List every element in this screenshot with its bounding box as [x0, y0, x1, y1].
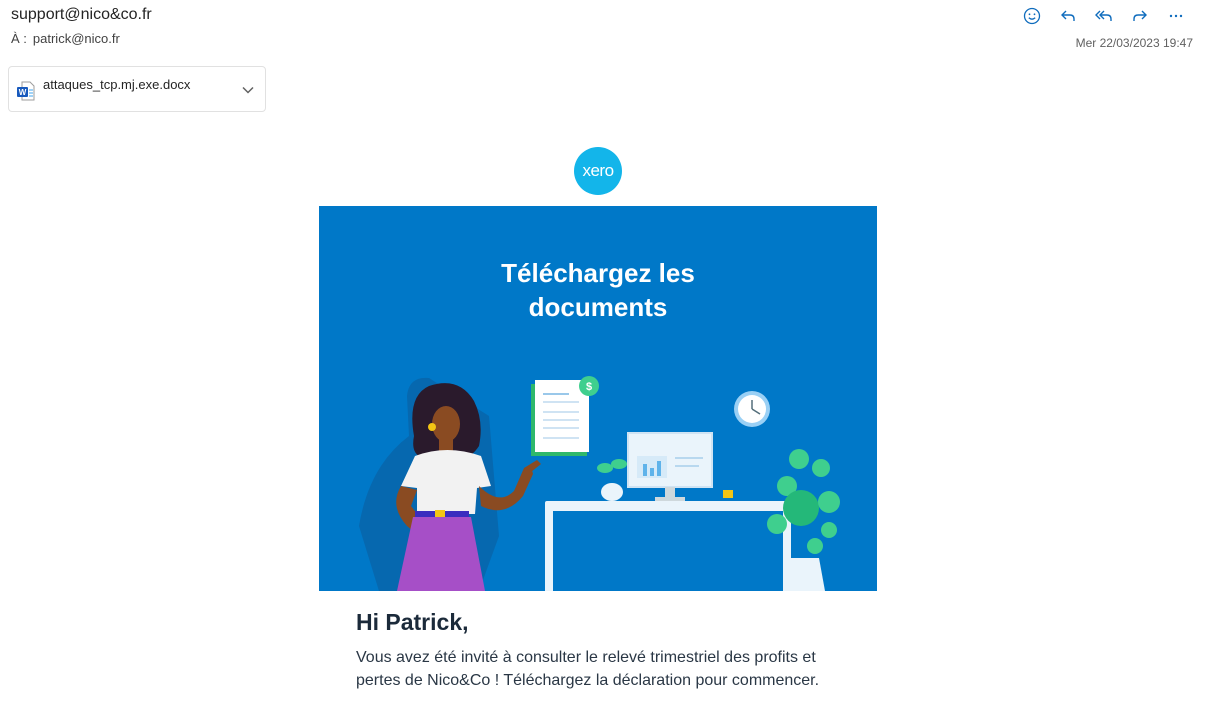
attachment-menu-button[interactable] [237, 79, 259, 101]
emoji-button[interactable] [1014, 5, 1050, 27]
reply-button[interactable] [1050, 5, 1086, 27]
attachment-filename[interactable]: attaques_tcp.mj.exe.docx [43, 77, 190, 92]
forward-icon [1133, 10, 1147, 21]
to-label: À : [11, 31, 27, 46]
svg-text:$: $ [586, 381, 592, 393]
email-greeting: Hi Patrick, [356, 609, 469, 635]
attachment-card[interactable]: W attaques_tcp.mj.exe.docx [8, 66, 266, 112]
chevron-down-icon [242, 86, 254, 94]
reply-icon [1061, 10, 1075, 21]
recipient-address[interactable]: patrick@nico.fr [33, 31, 120, 46]
forward-button[interactable] [1122, 5, 1158, 27]
hero-banner: Téléchargez les documents $ [319, 206, 877, 591]
reply-all-icon [1095, 10, 1112, 21]
more-actions-button[interactable] [1158, 5, 1194, 27]
emoji-icon [1023, 7, 1041, 25]
sender-address[interactable]: support@nico&co.fr [11, 6, 152, 24]
message-date: Mer 22/03/2023 19:47 [1075, 36, 1193, 50]
email-body-text: Vous avez été invité à consulter le rele… [356, 649, 820, 689]
office-illustration: $ [359, 376, 840, 591]
svg-text:W: W [19, 88, 27, 97]
xero-logo: xero [574, 147, 622, 195]
message-actions [1014, 5, 1194, 27]
logo-text: xero [582, 161, 614, 180]
word-doc-icon: W [17, 81, 35, 101]
reply-all-button[interactable] [1086, 5, 1122, 27]
more-icon [1169, 14, 1183, 18]
recipient-line: À : patrick@nico.fr [11, 31, 120, 46]
